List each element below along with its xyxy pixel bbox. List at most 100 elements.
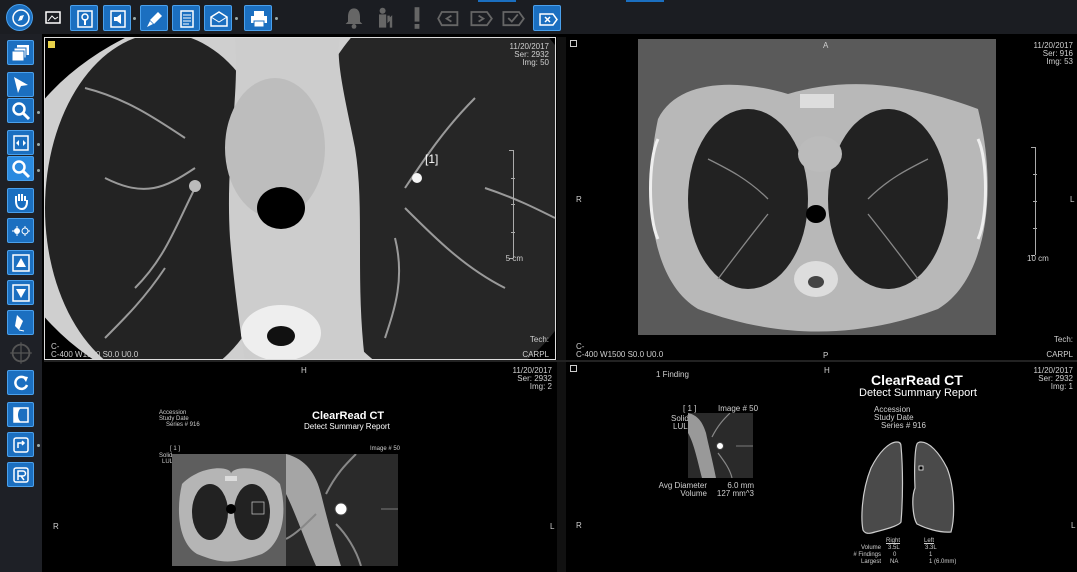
orient-left: R — [53, 522, 59, 531]
reset-icon[interactable] — [7, 370, 34, 395]
report-title: ClearRead CT — [871, 372, 963, 388]
table-cell-right: NA — [890, 559, 899, 565]
window-level-label: C-400 W1500 S0.0 U0.0 — [576, 350, 664, 359]
scale-label: 10 cm — [1027, 254, 1049, 263]
window-level-icon[interactable] — [7, 218, 34, 243]
institution-label: CARPL — [522, 350, 549, 359]
lung-diagram — [861, 441, 955, 534]
table-cell-right: 3.5L — [888, 545, 900, 551]
report-ct-thumbnail — [172, 454, 290, 566]
orient-left: R — [576, 195, 582, 204]
image-export-icon[interactable] — [40, 5, 68, 31]
flip-icon[interactable] — [7, 462, 34, 487]
image-number-label: Image # 50 — [370, 446, 401, 452]
close-box-icon[interactable] — [533, 5, 561, 31]
finding-label[interactable]: [1] — [425, 153, 438, 166]
finding-id: [ 1 ] — [683, 404, 697, 413]
axial-ct-image — [638, 39, 996, 335]
scale-tick — [509, 150, 513, 151]
scale-tick — [1033, 174, 1037, 175]
check-box-icon[interactable] — [501, 6, 525, 30]
scale-tick — [511, 232, 515, 233]
image-number: Img: 2 — [529, 382, 552, 391]
pen-icon[interactable] — [7, 310, 34, 335]
report-icon[interactable] — [172, 5, 200, 31]
orient-right: L — [1071, 521, 1076, 530]
scroll-up-icon[interactable] — [7, 250, 34, 275]
compass-icon[interactable] — [6, 4, 33, 31]
menu-dot — [37, 111, 40, 114]
image-number-label: Image # 50 — [718, 404, 759, 413]
table-row-label: # Findings — [853, 552, 881, 558]
tab-indicator — [478, 0, 516, 2]
menu-dot — [133, 17, 136, 20]
crosshair-icon[interactable] — [9, 341, 33, 365]
scroll-down-icon[interactable] — [7, 280, 34, 305]
report-title: ClearRead CT — [312, 410, 385, 422]
magnifier-icon[interactable] — [7, 156, 34, 181]
report-subtitle: Detect Summary Report — [304, 422, 390, 431]
orient-right: L — [550, 522, 555, 531]
finding-location: LUL — [673, 422, 688, 431]
scale-tick — [1033, 201, 1037, 202]
volume-label: Volume — [680, 489, 707, 498]
viewport-bottom-right[interactable]: H R L 11/20/2017 Ser: 2932 Img: 1 1 Find… — [567, 362, 1077, 572]
axial-ct-zoomed-image — [45, 38, 555, 359]
viewport-top-left[interactable]: [1] 11/20/2017 Ser: 2932 Img: 50 5 cm Te… — [44, 37, 556, 360]
arrow-left-box-icon[interactable] — [437, 6, 461, 30]
scale-tick — [1031, 147, 1035, 148]
menu-dot — [37, 143, 40, 146]
pan-hand-icon[interactable] — [7, 188, 34, 213]
scale-label: 5 cm — [505, 254, 523, 263]
alert-icon[interactable] — [405, 6, 429, 30]
viewport-divider-horizontal[interactable] — [44, 360, 1077, 362]
image-number: Img: 53 — [1046, 57, 1073, 66]
image-number: Img: 50 — [522, 58, 549, 67]
orient-top: H — [824, 366, 830, 375]
menu-dot — [37, 169, 40, 172]
microphone-icon[interactable] — [140, 5, 168, 31]
viewport-marker — [570, 40, 577, 47]
table-cell-left: 3.3L — [925, 545, 937, 551]
tech-label: Tech: — [529, 335, 549, 344]
finding-id: [ 1 ] — [170, 446, 181, 452]
table-row-label: Largest — [860, 559, 881, 565]
bell-icon[interactable] — [342, 6, 366, 30]
window-level-label: C-400 W1500 S0.0 U0.0 — [51, 350, 139, 359]
layers-icon[interactable] — [7, 40, 34, 65]
pointer-icon[interactable] — [7, 72, 34, 97]
orient-top: H — [301, 366, 307, 375]
report-subtitle: Detect Summary Report — [859, 387, 977, 399]
speaker-icon[interactable] — [103, 5, 131, 31]
viewport-top-right[interactable]: A R L P 11/20/2017 Ser: 916 Img: 53 10 c… — [567, 37, 1077, 360]
tech-label: Tech: — [1053, 335, 1073, 344]
invert-icon[interactable] — [7, 402, 34, 427]
orient-right: L — [1070, 195, 1075, 204]
viewport-active-marker — [48, 41, 55, 48]
institution-label: CARPL — [1046, 350, 1073, 359]
viewport-divider-vertical[interactable] — [557, 37, 566, 572]
menu-dot — [235, 17, 238, 20]
viewport-marker — [570, 365, 577, 372]
rotate-icon[interactable] — [7, 432, 34, 457]
scale-tick — [511, 204, 515, 205]
report-nodule-zoom — [688, 413, 753, 478]
scale-tick — [511, 178, 515, 179]
table-row-label: Volume — [860, 545, 881, 551]
arrow-right-box-icon[interactable] — [469, 6, 493, 30]
findings-count: 1 Finding — [656, 370, 689, 379]
key-icon[interactable] — [70, 5, 98, 31]
menu-dot — [37, 444, 40, 447]
table-cell-right: 0 — [893, 552, 897, 558]
menu-dot — [275, 17, 278, 20]
top-toolbar — [0, 0, 1077, 34]
printer-icon[interactable] — [244, 5, 272, 31]
viewport-bottom-left[interactable]: H R L 11/20/2017 Ser: 2932 Img: 2 ClearR… — [44, 362, 556, 572]
fit-icon[interactable] — [7, 130, 34, 155]
table-cell-left: 1 — [929, 552, 933, 558]
table-col-left: Left — [924, 538, 935, 544]
zoom-lens-icon[interactable] — [7, 98, 34, 123]
orient-left: R — [576, 521, 582, 530]
people-icon[interactable] — [373, 6, 397, 30]
mail-icon[interactable] — [204, 5, 232, 31]
